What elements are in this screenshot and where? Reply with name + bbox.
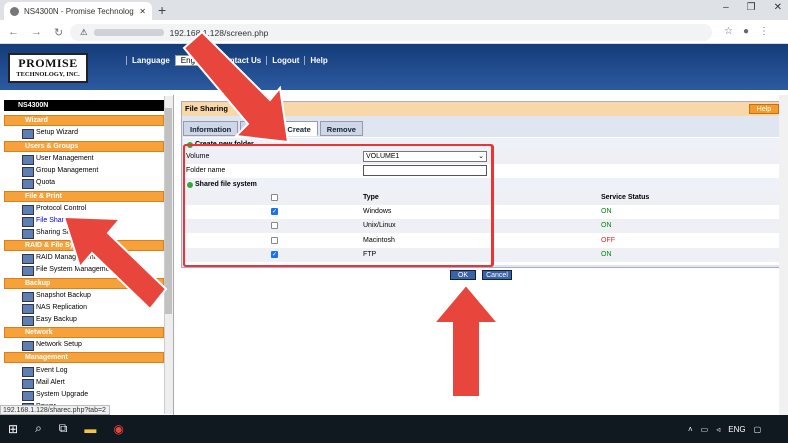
forward-icon[interactable]: →	[31, 26, 42, 39]
taskbar-icons: ⊞ ⌕ ⧉ ▬ ◉	[8, 421, 124, 436]
cancel-button[interactable]: Cancel	[482, 270, 512, 280]
sidebar-section-network[interactable]: Network	[4, 327, 164, 338]
sidebar-item-easy-backup[interactable]: Easy Backup	[22, 314, 77, 326]
windows-start-icon[interactable]: ⊞	[8, 422, 18, 436]
sidebar-item-network-setup[interactable]: Network Setup	[22, 339, 82, 351]
globe-icon	[10, 6, 19, 16]
app-header	[0, 44, 788, 90]
window-controls: – ❐ ✕	[723, 2, 782, 13]
status-header: Service Status	[601, 194, 650, 201]
blurred-text	[93, 29, 164, 36]
language-label: Language	[126, 56, 175, 65]
help-button[interactable]: Help	[749, 104, 779, 114]
logo-bottom: TECHNOLOGY, INC.	[16, 71, 80, 78]
browser-tab[interactable]: NS4300N - Promise Technology I ✕	[4, 2, 152, 20]
url-bar[interactable]: ⚠ 192.168.1.128/screen.php	[70, 24, 712, 41]
sidebar-item-user-management[interactable]: User Management	[22, 153, 94, 165]
sidebar-item-group-management[interactable]: Group Management	[22, 165, 98, 177]
ok-button[interactable]: OK	[450, 270, 476, 280]
tab-title: NS4300N - Promise Technology I	[24, 6, 135, 16]
language-indicator[interactable]: ENG	[728, 425, 745, 434]
sidebar-item-mail-alert[interactable]: Mail Alert	[22, 377, 65, 389]
status-url: 192.168.1.128/sharec.php?tab=2	[0, 405, 110, 415]
system-tray: ˄ ▭ ◃ ENG ▢	[688, 425, 761, 434]
star-icon[interactable]: ☆	[724, 26, 733, 37]
chrome-icon[interactable]: ◉	[113, 422, 123, 436]
warning-icon: ⚠	[80, 27, 88, 37]
sidebar-section-users[interactable]: Users & Groups	[4, 141, 164, 152]
help-link[interactable]: Help	[304, 56, 332, 65]
volume-icon[interactable]: ◃	[716, 425, 720, 434]
annotation-arrow-ok	[432, 283, 500, 398]
status-cell: ON	[601, 222, 612, 229]
menu-icon[interactable]: ⋮	[759, 26, 769, 37]
sidebar-section-management[interactable]: Management	[4, 352, 164, 363]
status-cell: ON	[601, 208, 612, 215]
task-view-icon[interactable]: ⧉	[59, 421, 68, 436]
search-icon[interactable]: ⌕	[35, 421, 42, 436]
close-window-icon[interactable]: ✕	[774, 2, 782, 13]
sidebar-item-system-upgrade[interactable]: System Upgrade	[22, 389, 88, 401]
tab-remove[interactable]: Remove	[319, 121, 363, 136]
annotation-arrow-file-sharing	[62, 215, 168, 311]
sidebar-item-protocol-control[interactable]: Protocol Control	[22, 203, 86, 215]
notification-icon[interactable]: ▢	[754, 425, 762, 434]
reload-icon[interactable]: ↻	[54, 26, 63, 39]
close-tab-icon[interactable]: ✕	[139, 7, 146, 16]
minimize-icon[interactable]: –	[723, 2, 729, 13]
promise-logo: PROMISE TECHNOLOGY, INC.	[8, 53, 88, 83]
annotation-highlight-box-wide	[183, 144, 494, 267]
annotation-arrow-create	[182, 30, 290, 144]
sidebar-item-setup-wizard[interactable]: Setup Wizard	[22, 127, 78, 139]
maximize-icon[interactable]: ❐	[747, 2, 756, 13]
sidebar-section-file-print[interactable]: File & Print	[4, 191, 164, 202]
network-icon[interactable]: ▭	[701, 425, 709, 434]
status-cell: OFF	[601, 237, 615, 244]
main-scrollbar[interactable]	[779, 95, 788, 415]
browser-actions: ☆ ● ⋮	[724, 26, 769, 37]
sidebar-item-event-log[interactable]: Event Log	[22, 365, 68, 377]
device-name: NS4300N	[4, 100, 164, 111]
nav-buttons: ← → ↻	[8, 26, 63, 39]
file-explorer-icon[interactable]: ▬	[84, 422, 96, 436]
status-cell: ON	[601, 251, 612, 258]
sidebar-item-quota[interactable]: Quota	[22, 177, 55, 189]
profile-icon[interactable]: ●	[743, 26, 749, 37]
back-icon[interactable]: ←	[8, 26, 19, 39]
chevron-up-icon[interactable]: ˄	[688, 425, 693, 434]
new-tab-button[interactable]: +	[158, 2, 166, 18]
sidebar-section-wizard[interactable]: Wizard	[4, 115, 164, 126]
logo-top: PROMISE	[18, 56, 78, 70]
